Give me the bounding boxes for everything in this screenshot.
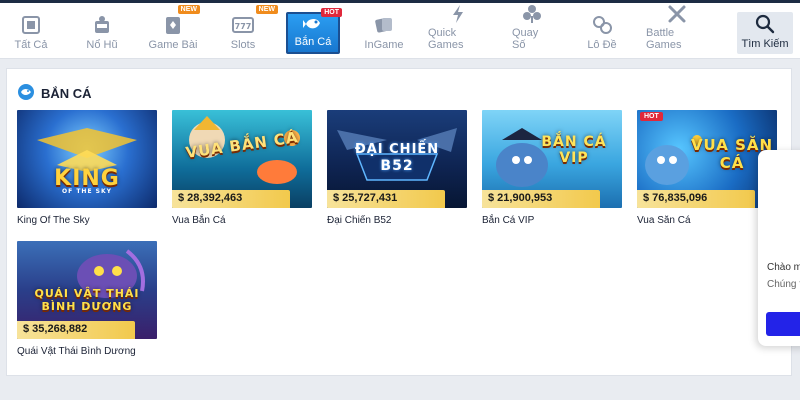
ingame-cards-icon (372, 14, 396, 36)
nav-label: Lô Đề (587, 39, 617, 51)
nav-item-game-bai[interactable]: NEW Game Bài (148, 5, 200, 55)
game-thumbnail[interactable]: ĐẠI CHIẾN B52 $ 25,727,431 (327, 110, 467, 208)
game-thumbnail[interactable]: VUA BẮN CÁ $ 28,392,463 (172, 110, 312, 208)
nav-label: Quay Số (512, 27, 539, 51)
game-name[interactable]: Quái Vật Thái Bình Dương (17, 346, 157, 357)
game-card-vua-san-ca[interactable]: HOT VUA SĂN CÁ $ 76,835,096 Vua Săn Cá (637, 110, 777, 226)
chat-start-button[interactable] (766, 312, 800, 336)
lightning-icon (446, 4, 470, 24)
hot-badge: HOT (640, 112, 663, 121)
chat-widget[interactable]: Chào m Chúng t bạn? (758, 150, 800, 346)
game-list-panel: BẮN CÁ KING OF THE SKY King Of The Sky V… (6, 68, 792, 376)
nav-label: Tất Cả (14, 39, 48, 51)
fish-section-icon (17, 83, 35, 104)
nav-item-slots[interactable]: NEW 777 Slots (226, 5, 278, 55)
game-card-quai-vat-thai-binh-duong[interactable]: QUÁI VẬT THÁI BÌNH DƯƠNG $ 35,268,882 Qu… (17, 241, 157, 357)
game-logo: BẮN CÁ VIP (541, 134, 607, 166)
grid-icon (19, 14, 43, 36)
search-button[interactable]: Tìm Kiếm (737, 12, 793, 54)
game-thumbnail[interactable]: KING OF THE SKY (17, 110, 157, 208)
game-name[interactable]: Vua Bắn Cá (172, 215, 312, 226)
new-badge: NEW (255, 5, 278, 14)
chat-message: Chúng t bạn? (767, 279, 800, 290)
jackpot-amount: $ 21,900,953 (482, 190, 600, 208)
nav-label: Quick Games (428, 27, 464, 51)
nav-item-all[interactable]: Tất Cả (10, 11, 52, 55)
game-thumbnail[interactable]: BẮN CÁ VIP $ 21,900,953 (482, 110, 622, 208)
game-logo: ĐẠI CHIẾN (354, 142, 440, 157)
game-logo: QUÁI VẬT THÁI BÌNH DƯƠNG (34, 287, 140, 313)
jackpot-amount: $ 35,268,882 (17, 321, 135, 339)
section-header: BẮN CÁ (17, 83, 92, 104)
nav-label: Game Bài (148, 39, 198, 51)
new-badge: NEW (177, 5, 200, 14)
game-logo-sub: OF THE SKY (62, 188, 112, 195)
cards-icon (161, 14, 185, 36)
lottery-balls-icon (590, 14, 614, 36)
game-name[interactable]: Vua Săn Cá (637, 215, 777, 226)
game-card-vua-ban-ca[interactable]: VUA BẮN CÁ $ 28,392,463 Vua Bắn Cá (172, 110, 312, 226)
game-thumbnail[interactable]: QUÁI VẬT THÁI BÌNH DƯƠNG $ 35,268,882 (17, 241, 157, 339)
nav-label: Nổ Hũ (86, 39, 118, 51)
game-card-ban-ca-vip[interactable]: BẮN CÁ VIP $ 21,900,953 Bắn Cá VIP (482, 110, 622, 226)
game-name[interactable]: Đại Chiến B52 (327, 215, 467, 226)
nav-item-quay-so[interactable]: Quay Số (512, 5, 552, 55)
search-icon (753, 13, 777, 35)
nav-item-no-hu[interactable]: Nổ Hũ (80, 11, 124, 55)
slot-machine-icon (90, 14, 114, 36)
game-name[interactable]: Bắn Cá VIP (482, 215, 622, 226)
jackpot-amount: $ 25,727,431 (327, 190, 445, 208)
game-card-king-of-the-sky[interactable]: KING OF THE SKY King Of The Sky (17, 110, 157, 226)
game-name[interactable]: King Of The Sky (17, 215, 157, 226)
jackpot-amount: $ 76,835,096 (637, 190, 755, 208)
hot-badge: HOT (321, 8, 342, 17)
nav-item-ingame[interactable]: InGame (362, 11, 406, 55)
chat-greeting: Chào m (767, 262, 800, 273)
search-label: Tìm Kiếm (741, 38, 789, 50)
777-icon: 777 (231, 14, 255, 36)
nav-label: Slots (230, 39, 256, 51)
diamond-icon (520, 4, 544, 24)
svg-text:777: 777 (235, 22, 252, 31)
nav-label: Battle Games (646, 27, 682, 51)
nav-label: InGame (364, 39, 404, 51)
nav-item-battle-games[interactable]: Battle Games (646, 5, 708, 55)
game-card-dai-chien-b52[interactable]: ĐẠI CHIẾN B52 $ 25,727,431 Đại Chiến B52 (327, 110, 467, 226)
nav-item-ban-ca[interactable]: HOT Bắn Cá (286, 8, 342, 54)
section-title: BẮN CÁ (41, 86, 92, 101)
jackpot-amount: $ 28,392,463 (172, 190, 290, 208)
nav-label: Bắn Cá (294, 36, 332, 48)
nav-item-quick-games[interactable]: Quick Games (428, 5, 488, 55)
category-nav: Tất Cả Nổ Hũ NEW Game Bài NEW 777 Slots … (0, 3, 800, 59)
game-logo-sub: B52 (380, 158, 414, 174)
game-thumbnail[interactable]: HOT VUA SĂN CÁ $ 76,835,096 (637, 110, 777, 208)
nav-item-lo-de[interactable]: Lô Đề (586, 11, 618, 55)
crossed-swords-icon (665, 4, 689, 24)
